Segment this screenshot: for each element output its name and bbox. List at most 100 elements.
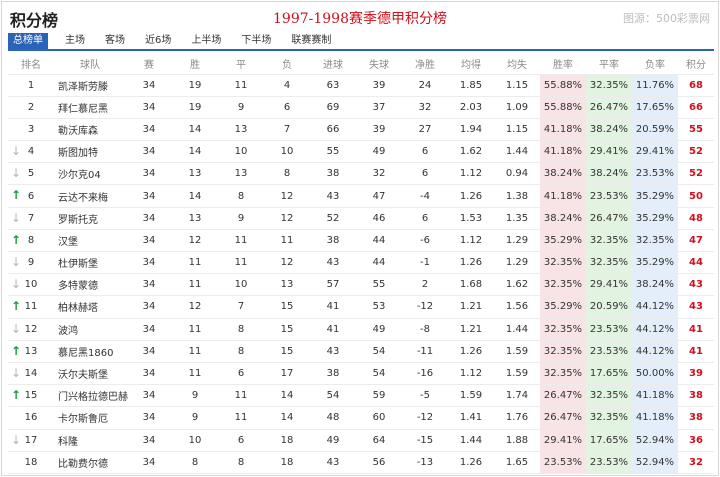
win-rate-cell: 55.88% <box>540 74 586 97</box>
draws-cell: 13 <box>218 118 264 142</box>
team-name[interactable]: 沃尔夫斯堡 <box>54 362 126 386</box>
played-cell: 34 <box>126 162 172 186</box>
team-name[interactable]: 拜仁慕尼黑 <box>54 96 126 119</box>
team-name[interactable]: 慕尼黑1860 <box>54 340 126 363</box>
table-row[interactable]: ↓ 9 杜伊斯堡 34 11 11 12 43 44 -1 1.26 1.29 32.35% 32.35%… <box>8 251 714 275</box>
win-rate-cell: 29.41% <box>540 429 586 452</box>
column-header[interactable]: 赛 <box>126 53 172 75</box>
table-row[interactable]: 16 卡尔斯鲁厄 34 9 11 14 48 60 -12 1.41 1.76 26.47% 32.35… <box>8 406 714 430</box>
rank-number: 2 <box>27 101 35 113</box>
team-name[interactable]: 卡尔斯鲁厄 <box>54 406 126 430</box>
team-name[interactable]: 罗斯托克 <box>54 207 126 230</box>
table-row[interactable]: ↓ 7 罗斯托克 34 13 9 12 52 46 6 1.53 1.35 38.24% 26.47% 35… <box>8 207 714 230</box>
table-row[interactable]: ↑ 13 慕尼黑1860 34 11 8 15 43 54 -11 1.26 1.59 32.35% 23… <box>8 340 714 363</box>
arrow-down-icon: ↓ <box>11 277 22 292</box>
tab-5[interactable]: 下半场 <box>241 33 271 49</box>
table-row[interactable]: ↑ 15 门兴格拉德巴赫 34 9 11 14 54 59 -5 1.59 1.74 26.47% 32.… <box>8 384 714 408</box>
draws-cell: 8 <box>218 451 264 474</box>
table-row[interactable]: ↑ 11 柏林赫塔 34 12 7 15 41 53 -12 1.21 1.56 35.29% 20.59… <box>8 295 714 319</box>
table-row[interactable]: ↓ 4 斯图加特 34 14 10 10 55 49 6 1.62 1.44 41.18% 29.41% 2… <box>8 140 714 164</box>
team-name[interactable]: 多特蒙德 <box>54 273 126 297</box>
column-header[interactable]: 净胜 <box>402 53 448 75</box>
rank-number: 18 <box>24 456 38 468</box>
team-name[interactable]: 汉堡 <box>54 229 126 253</box>
tab-3[interactable]: 近6场 <box>145 33 171 49</box>
avg-conceded-cell: 1.35 <box>494 207 540 230</box>
points-cell: 38 <box>678 384 714 408</box>
column-header[interactable]: 负率 <box>632 53 678 75</box>
avg-conceded-cell: 1.62 <box>494 273 540 297</box>
goals-for-cell: 66 <box>310 118 356 142</box>
arrow-down-icon: ↓ <box>11 321 22 336</box>
tab-1[interactable]: 主场 <box>65 33 85 49</box>
table-row[interactable]: 18 比勒费尔德 34 8 8 18 43 56 -13 1.26 1.65 23.53% 23.53%… <box>8 451 714 474</box>
table-row[interactable]: ↓ 10 多特蒙德 34 11 10 13 57 55 2 1.68 1.62 32.35% 29.41%… <box>8 273 714 297</box>
team-name[interactable]: 沙尔克04 <box>54 162 126 186</box>
table-row[interactable]: 3 勒沃库森 34 14 13 7 66 39 27 1.94 1.15 41.18% 38.24% 20… <box>8 118 714 142</box>
column-header[interactable]: 均失 <box>494 53 540 75</box>
points-cell: 38 <box>678 406 714 430</box>
table-row[interactable]: 1 凯泽斯劳滕 34 19 11 4 63 39 24 1.85 1.15 55.88% 32.35% 1… <box>8 74 714 97</box>
table-row[interactable]: ↓ 17 科隆 34 10 6 18 49 64 -15 1.44 1.88 29.41% 17.65% 5… <box>8 429 714 452</box>
goal-diff-cell: -11 <box>402 340 448 363</box>
goal-diff-cell: -12 <box>402 406 448 430</box>
draws-cell: 8 <box>218 318 264 341</box>
avg-scored-cell: 1.68 <box>448 273 494 297</box>
win-rate-cell: 32.35% <box>540 318 586 341</box>
tab-6[interactable]: 联赛赛制 <box>291 33 331 49</box>
table-row[interactable]: 2 拜仁慕尼黑 34 19 9 6 69 37 32 2.03 1.09 55.88% 26.47% 17… <box>8 96 714 119</box>
column-header[interactable]: 球队 <box>54 53 126 75</box>
team-name[interactable]: 杜伊斯堡 <box>54 251 126 275</box>
goals-against-cell: 47 <box>356 184 402 208</box>
tab-4[interactable]: 上半场 <box>191 33 221 49</box>
column-header[interactable]: 平 <box>218 53 264 75</box>
goal-diff-cell: -15 <box>402 429 448 452</box>
table-row[interactable]: ↓ 12 波鸿 34 11 8 15 41 49 -8 1.21 1.44 32.35% 23.53% 44… <box>8 318 714 341</box>
losses-cell: 12 <box>264 251 310 275</box>
team-name[interactable]: 波鸿 <box>54 318 126 341</box>
team-name[interactable]: 勒沃库森 <box>54 118 126 142</box>
points-cell: 52 <box>678 162 714 186</box>
points-cell: 36 <box>678 429 714 452</box>
team-name[interactable]: 柏林赫塔 <box>54 295 126 319</box>
avg-scored-cell: 1.41 <box>448 406 494 430</box>
table-row[interactable]: ↓ 5 沙尔克04 34 13 13 8 38 32 6 1.12 0.94 38.24% 38.24% 2… <box>8 162 714 186</box>
column-header[interactable]: 胜 <box>172 53 218 75</box>
column-header[interactable]: 积分 <box>678 53 714 75</box>
arrow-down-icon: ↓ <box>11 144 22 159</box>
team-name[interactable]: 云达不来梅 <box>54 184 126 208</box>
team-name[interactable]: 比勒费尔德 <box>54 451 126 474</box>
draw-rate-cell: 29.41% <box>586 273 632 297</box>
rank-number: 15 <box>24 390 38 402</box>
team-name[interactable]: 斯图加特 <box>54 140 126 164</box>
table-row[interactable]: ↓ 14 沃尔夫斯堡 34 11 6 17 38 54 -16 1.12 1.59 32.35% 17.6… <box>8 362 714 386</box>
tab-0[interactable]: 总榜单 <box>8 33 48 49</box>
draws-cell: 6 <box>218 429 264 452</box>
column-header[interactable]: 胜率 <box>540 53 586 75</box>
draw-rate-cell: 38.24% <box>586 162 632 186</box>
column-header[interactable]: 均得 <box>448 53 494 75</box>
column-header[interactable]: 排名 <box>8 53 54 75</box>
goals-against-cell: 49 <box>356 318 402 341</box>
rank-cell: ↑ 8 <box>8 229 54 253</box>
losses-cell: 10 <box>264 140 310 164</box>
avg-scored-cell: 1.12 <box>448 162 494 186</box>
losses-cell: 14 <box>264 384 310 408</box>
team-name[interactable]: 科隆 <box>54 429 126 452</box>
column-header[interactable]: 平率 <box>586 53 632 75</box>
rank-cell: ↓ 10 <box>8 273 54 297</box>
team-name[interactable]: 凯泽斯劳滕 <box>54 74 126 97</box>
arrow-up-icon: ↑ <box>11 188 22 203</box>
tab-2[interactable]: 客场 <box>105 33 125 49</box>
played-cell: 34 <box>126 362 172 386</box>
goals-for-cell: 63 <box>310 74 356 97</box>
table-row[interactable]: ↑ 8 汉堡 34 12 11 11 38 44 -6 1.12 1.29 35.29% 32.35% 32… <box>8 229 714 253</box>
goals-for-cell: 43 <box>310 451 356 474</box>
table-row[interactable]: ↑ 6 云达不来梅 34 14 8 12 43 47 -4 1.26 1.38 41.18% 23.53%… <box>8 184 714 208</box>
column-header[interactable]: 负 <box>264 53 310 75</box>
column-header[interactable]: 失球 <box>356 53 402 75</box>
wins-cell: 19 <box>172 74 218 97</box>
team-name[interactable]: 门兴格拉德巴赫 <box>54 384 128 408</box>
column-header[interactable]: 进球 <box>310 53 356 75</box>
rank-number: 5 <box>27 168 35 180</box>
